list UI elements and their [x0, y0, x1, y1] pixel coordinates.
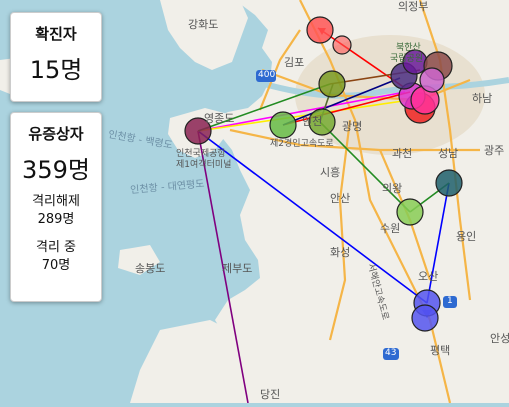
label-highway-400: 400 — [258, 70, 276, 80]
symptom-value: 359명 — [22, 156, 90, 184]
label-yongin: 용인 — [456, 230, 477, 243]
marker-incheon-1 — [269, 111, 297, 139]
symptom-label: 유증상자 — [28, 125, 84, 143]
label-ganghwa: 강화도 — [188, 18, 219, 31]
label-uijeongbu: 의정부 — [398, 0, 429, 13]
label-gwangju: 광주 — [484, 144, 505, 157]
label-terminal: 제1여객터미널 — [176, 160, 232, 170]
label-highway-1: 1 — [447, 296, 453, 306]
label-highway-43: 43 — [385, 348, 397, 358]
marker-gimpo-olive — [318, 70, 346, 98]
label-incheon: 인천 — [302, 115, 323, 128]
marker-seongnam-teal — [435, 169, 463, 197]
label-jebu: 제부도 — [222, 262, 253, 275]
released-value: 289명 — [37, 212, 75, 227]
marker-goyang-small — [332, 35, 352, 55]
symptom-panel: 유증상자 359명 격리해제 289명 격리 중 70명 — [10, 112, 102, 302]
label-seonggam: 송봉도 — [135, 262, 166, 275]
label-gimpo: 김포 — [284, 56, 305, 69]
confirmed-value: 15명 — [29, 56, 83, 84]
marker-pyeongtaek-blue-2 — [411, 304, 439, 332]
label-seongnam: 성남 — [438, 147, 459, 160]
label-hanam: 하남 — [472, 92, 493, 105]
marker-seoul-lilac — [419, 67, 445, 93]
label-yeongjong: 영종도 — [204, 112, 235, 125]
label-dangjin: 당진 — [260, 388, 281, 401]
label-siheung: 시흥 — [320, 166, 341, 179]
marker-goyang-red — [306, 16, 334, 44]
isolating-label: 격리 중 — [35, 240, 76, 255]
released-label: 격리해제 — [32, 194, 80, 209]
isolating-value: 70명 — [41, 258, 71, 273]
label-osan: 오산 — [418, 270, 439, 283]
label-gwacheon: 과천 — [392, 147, 413, 160]
label-national-park: 국립공원 — [390, 54, 424, 64]
confirmed-panel: 확진자 15명 — [10, 12, 102, 102]
label-ansan: 안산 — [330, 192, 351, 205]
label-hwaseong: 화성 — [330, 246, 351, 259]
label-pyeongtaek: 평택 — [430, 344, 451, 357]
confirmed-label: 확진자 — [35, 25, 77, 43]
label-anseong: 안성 — [490, 332, 509, 345]
label-uiwang: 의왕 — [382, 182, 403, 195]
label-suwon: 수원 — [380, 222, 401, 235]
marker-suwon-green — [396, 198, 424, 226]
label-second-gyeongin: 제2경인고속도로 — [270, 139, 334, 149]
label-gwangmyeong: 광명 — [342, 120, 363, 133]
